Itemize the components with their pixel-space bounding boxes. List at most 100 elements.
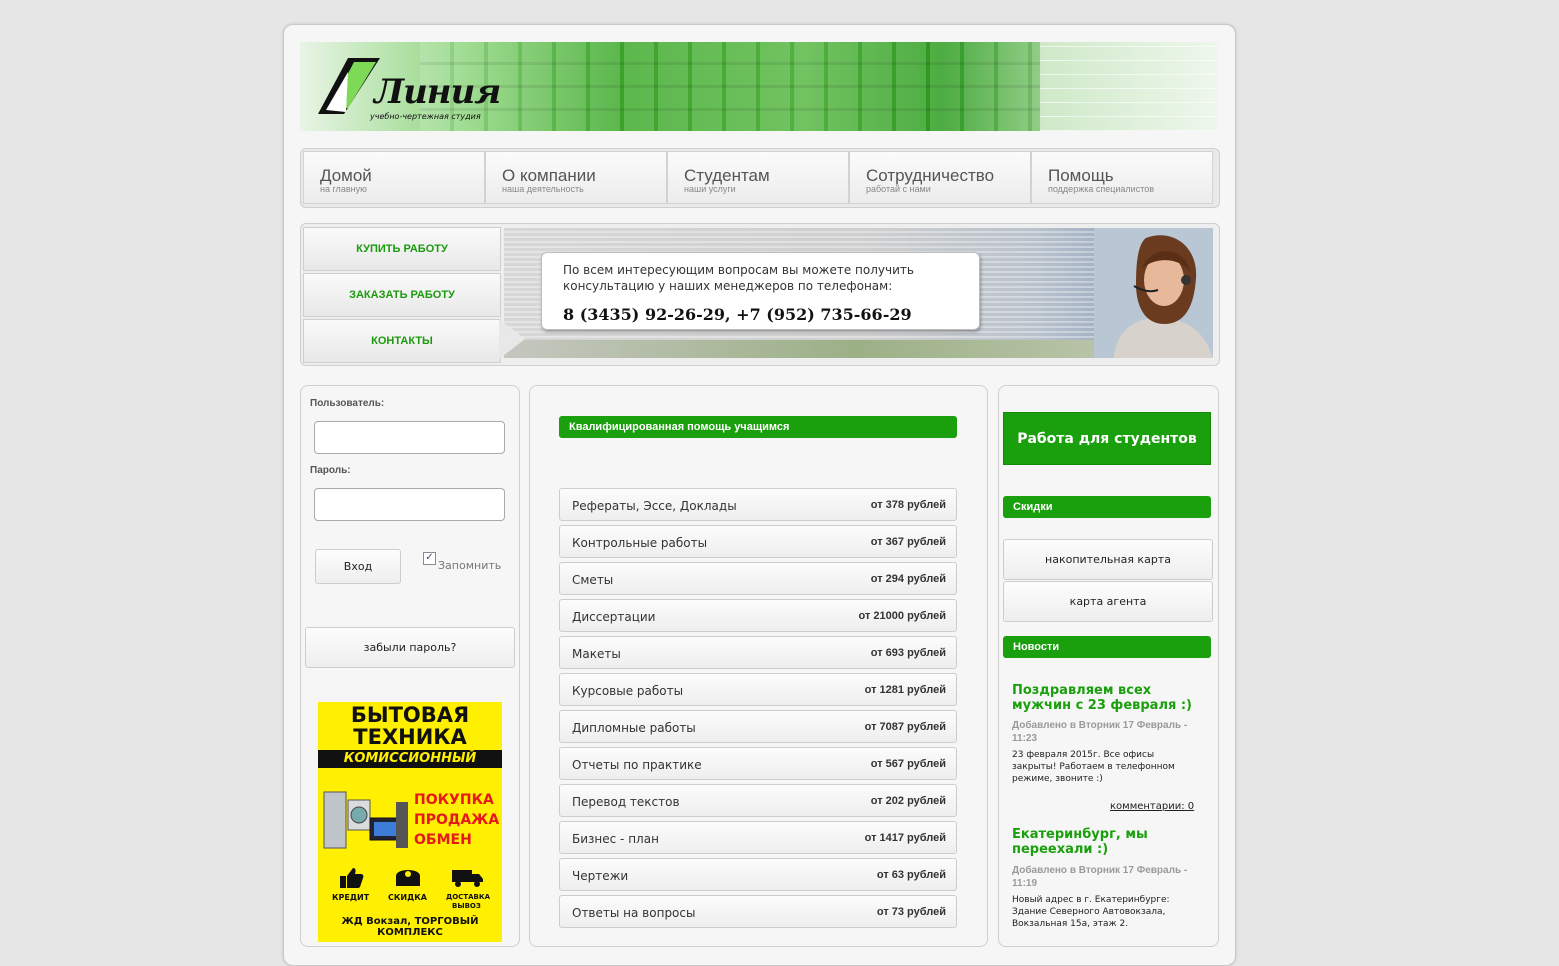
service-row[interactable]: Чертежи от 63 рублей — [559, 858, 957, 891]
service-name: Сметы — [572, 573, 614, 587]
nav-item-sub: наши услуги — [684, 184, 736, 194]
service-name: Чертежи — [572, 869, 629, 883]
ad-icon-label: ДОСТАВКА — [446, 893, 490, 901]
service-name: Ответы на вопросы — [572, 906, 696, 920]
nav-item-title: О компании — [502, 166, 596, 185]
nav-item-title: Домой — [320, 166, 372, 185]
service-price: от 1417 рублей — [864, 832, 946, 844]
logo-mark-icon — [318, 58, 380, 114]
advertisement-banner[interactable]: БЫТОВАЯ ТЕХНИКА КОМИССИОННЫЙ ПОКУПКА ПРОД… — [318, 702, 502, 942]
nav-item-title: Студентам — [684, 166, 770, 185]
truck-icon — [452, 870, 483, 887]
service-name: Контрольные работы — [572, 536, 708, 550]
book-image — [1040, 42, 1218, 131]
ad-subheading: КОМИССИОННЫЙ — [318, 750, 502, 768]
keyboard-rows — [420, 42, 1040, 131]
login-button[interactable]: Вход — [315, 549, 401, 584]
service-name: Рефераты, Эссе, Доклады — [572, 499, 737, 513]
ad-icon-label: ВЫВОЗ — [452, 902, 481, 910]
contacts-button[interactable]: КОНТАКТЫ — [303, 319, 501, 363]
services-header: Квалифицированная помощь учащимся — [559, 416, 957, 438]
service-row[interactable]: Контрольные работы от 367 рублей — [559, 525, 957, 558]
nav-item-home[interactable]: Домой на главную — [303, 151, 485, 204]
loyalty-card-button[interactable]: накопительная карта — [1003, 539, 1213, 580]
service-row[interactable]: Макеты от 693 рублей — [559, 636, 957, 669]
service-row[interactable]: Сметы от 294 рублей — [559, 562, 957, 595]
service-row[interactable]: Перевод текстов от 202 рублей — [559, 784, 957, 817]
ad-icons: КРЕДИТ СКИДКА ДОСТАВКА ВЫВОЗ — [318, 862, 502, 914]
service-name: Бизнес - план — [572, 832, 659, 846]
nav-item-about[interactable]: О компании наша деятельность — [485, 151, 667, 204]
nav-item-title: Сотрудничество — [866, 166, 995, 185]
contact-box: По всем интересующим вопросам вы можете … — [541, 252, 980, 330]
service-row[interactable]: Курсовые работы от 1281 рублей — [559, 673, 957, 706]
service-name: Диссертации — [572, 610, 656, 624]
service-row[interactable]: Ответы на вопросы от 73 рублей — [559, 895, 957, 928]
news-comments-link[interactable]: комментарии: 0 — [1110, 801, 1194, 812]
ad-heading: БЫТОВАЯ ТЕХНИКА — [318, 704, 502, 748]
nav-item-sub: на главную — [320, 184, 367, 194]
nav-item-students[interactable]: Студентам наши услуги — [667, 151, 849, 204]
news-title[interactable]: Поздравляем всех мужчин с 23 февраля :) — [1012, 683, 1202, 713]
thumbs-up-icon — [340, 868, 364, 888]
service-name: Макеты — [572, 647, 621, 661]
service-row[interactable]: Бизнес - план от 1417 рублей — [559, 821, 957, 854]
forgot-password-button[interactable]: забыли пароль? — [305, 627, 515, 668]
news-body: Новый адрес в г. Екатеринбурге: Здание С… — [1012, 895, 1170, 929]
news-title[interactable]: Екатеринбург, мы переехали :) — [1012, 827, 1202, 857]
service-price: от 7087 рублей — [864, 721, 946, 733]
ad-service: ОБМЕН — [414, 832, 472, 848]
service-price: от 202 рублей — [870, 795, 946, 807]
contact-phones[interactable]: 8 (3435) 92-26-29, +7 (952) 735-66-29 — [563, 305, 912, 324]
service-name: Перевод текстов — [572, 795, 680, 809]
appliances-icon — [323, 791, 408, 849]
nav-item-title: Помощь — [1048, 166, 1114, 185]
logo-text: Линия — [374, 72, 501, 112]
nav-item-cooperation[interactable]: Сотрудничество работай с нами — [849, 151, 1031, 204]
password-input[interactable] — [314, 488, 505, 521]
service-price: от 367 рублей — [870, 536, 946, 548]
order-work-button[interactable]: ЗАКАЗАТЬ РАБОТУ — [303, 273, 501, 317]
nav-item-sub: работай с нами — [866, 184, 931, 194]
ad-footer: ЖД Вокзал, ТОРГОВЫЙ КОМПЛЕКС — [341, 916, 479, 938]
service-price: от 378 рублей — [870, 499, 946, 511]
service-row[interactable]: Диссертации от 21000 рублей — [559, 599, 957, 632]
right-column — [998, 385, 1219, 947]
ad-services: ПОКУПКА ПРОДАЖА ОБМЕН — [414, 790, 499, 850]
news-body: 23 февраля 2015г. Все офисы закрыты! Раб… — [1012, 750, 1175, 784]
student-jobs-button[interactable]: Работа для студентов — [1003, 412, 1211, 465]
service-price: от 21000 рублей — [858, 610, 946, 622]
discounts-header: Скидки — [1003, 496, 1211, 518]
service-row[interactable]: Дипломные работы от 7087 рублей — [559, 710, 957, 743]
site-logo[interactable]: Линия учебно-чертежная студия — [318, 52, 501, 122]
nav-item-help[interactable]: Помощь поддержка специалистов — [1031, 151, 1213, 204]
active-tab-pointer — [499, 319, 525, 359]
nav-item-sub: наша деятельность — [502, 184, 584, 194]
logo-tagline: учебно-чертежная студия — [370, 112, 481, 121]
username-input[interactable] — [314, 421, 505, 454]
service-price: от 63 рублей — [876, 869, 946, 881]
contact-text: По всем интересующим вопросам вы можете … — [563, 263, 914, 293]
service-name: Дипломные работы — [572, 721, 696, 735]
news-header: Новости — [1003, 636, 1211, 658]
buy-work-button[interactable]: КУПИТЬ РАБОТУ — [303, 227, 501, 271]
service-row[interactable]: Отчеты по практике от 567 рублей — [559, 747, 957, 780]
service-name: Отчеты по практике — [572, 758, 702, 772]
remember-checkbox[interactable]: ✓ — [423, 552, 436, 565]
remember-label: Запомнить — [438, 559, 502, 572]
ad-line1: БЫТОВАЯ — [350, 703, 470, 727]
service-price: от 1281 рублей — [864, 684, 946, 696]
agent-card-button[interactable]: карта агента — [1003, 581, 1213, 622]
nav-item-sub: поддержка специалистов — [1048, 184, 1155, 194]
ad-service: ПОКУПКА — [414, 792, 494, 808]
news-meta: Добавлено в Вторник 17 Февраль - 11:19 — [1012, 865, 1188, 889]
operator-image — [1094, 228, 1213, 358]
username-label: Пользователь: — [310, 398, 385, 409]
ad-icon-label: СКИДКА — [388, 893, 427, 902]
service-price: от 693 рублей — [870, 647, 946, 659]
wallet-icon — [396, 870, 420, 886]
ad-service: ПРОДАЖА — [414, 812, 500, 828]
password-label: Пароль: — [310, 465, 351, 476]
service-row[interactable]: Рефераты, Эссе, Доклады от 378 рублей — [559, 488, 957, 521]
ad-line2: ТЕХНИКА — [353, 725, 467, 749]
